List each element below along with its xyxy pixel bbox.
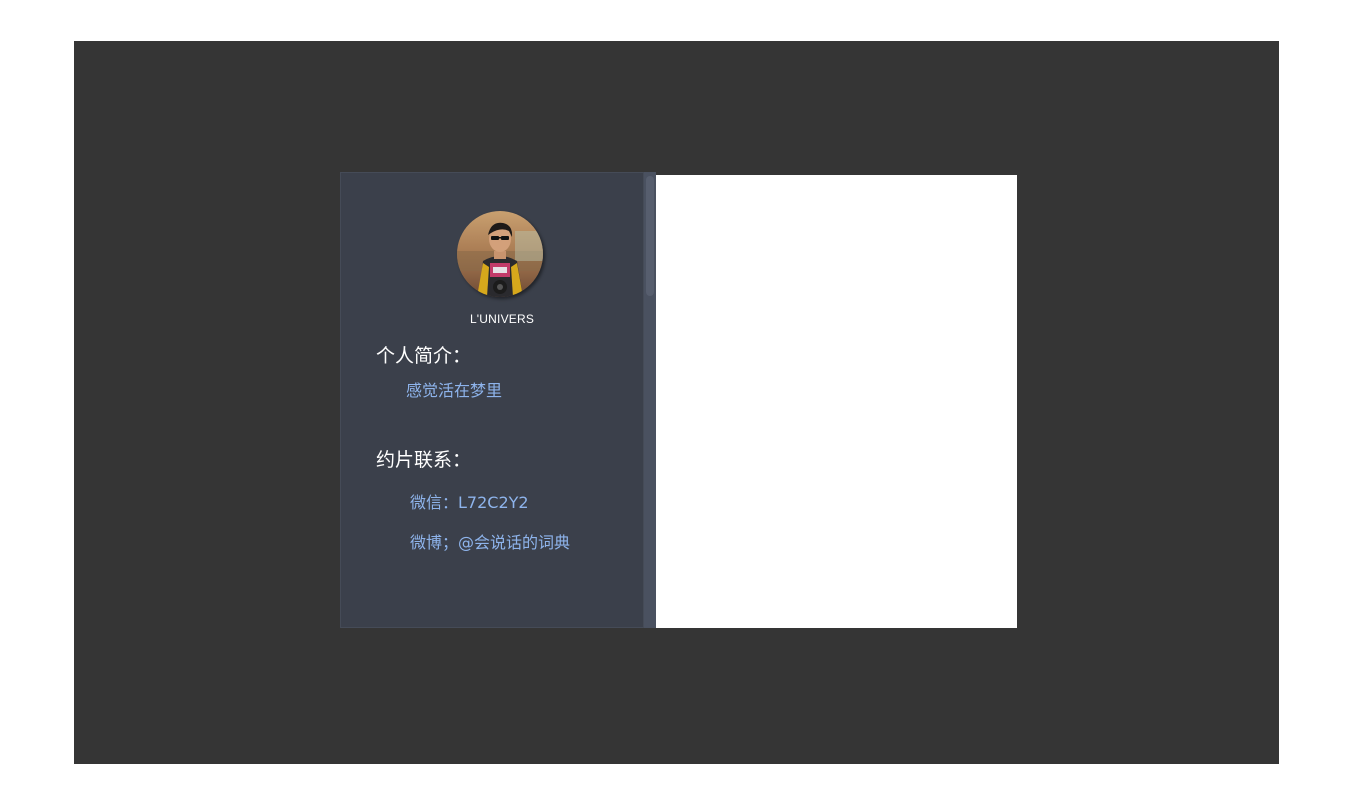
username: L'UNIVERS (469, 312, 535, 326)
profile-sidebar: L'UNIVERS 个人简介： 感觉活在梦里 约片联系： 微信：L72C2Y2 … (340, 172, 644, 628)
profile-card: L'UNIVERS 个人简介： 感觉活在梦里 约片联系： 微信：L72C2Y2 … (340, 172, 1017, 628)
avatar[interactable] (457, 211, 543, 297)
app-backdrop: L'UNIVERS 个人简介： 感觉活在梦里 约片联系： 微信：L72C2Y2 … (74, 41, 1279, 764)
scrollbar-thumb[interactable] (646, 176, 654, 296)
content-pane (656, 175, 1017, 628)
bio-title: 个人简介： (376, 345, 472, 367)
avatar-photo-icon (457, 211, 543, 297)
sidebar-scrollbar[interactable] (644, 172, 656, 628)
contact-wechat: 微信：L72C2Y2 (410, 493, 529, 512)
bio-text: 感觉活在梦里 (406, 381, 503, 400)
contact-title: 约片联系： (376, 449, 472, 471)
contact-weibo[interactable]: 微博；@会说话的词典 (410, 529, 570, 553)
